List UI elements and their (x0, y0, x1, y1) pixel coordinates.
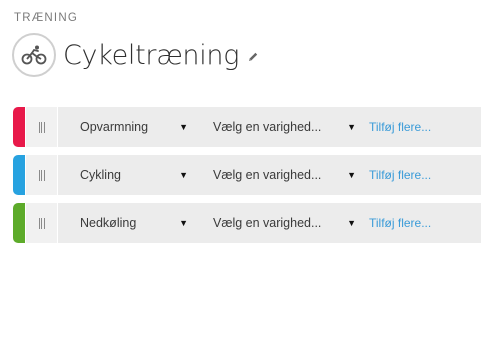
color-indicator (13, 155, 25, 195)
exercise-row-body: Nedkøling ▼ Vælg en varighed... ▼ Tilføj… (58, 203, 481, 243)
page-title: Cykeltræning (63, 39, 240, 71)
exercise-row-body: Opvarmning ▼ Vælg en varighed... ▼ Tilfø… (58, 107, 481, 147)
caret-down-icon: ▼ (179, 122, 188, 132)
duration-select-placeholder: Vælg en varighed... (213, 168, 322, 182)
exercise-row-body: Cykling ▼ Vælg en varighed... ▼ Tilføj f… (58, 155, 481, 195)
exercise-row: Opvarmning ▼ Vælg en varighed... ▼ Tilfø… (13, 107, 481, 147)
title-row: Cykeltræning (12, 33, 260, 77)
activity-select-value: Cykling (80, 168, 121, 182)
section-label: TRÆNING (14, 12, 78, 24)
exercise-row: Nedkøling ▼ Vælg en varighed... ▼ Tilføj… (13, 203, 481, 243)
drag-handle-icon[interactable] (25, 203, 57, 243)
duration-select-placeholder: Vælg en varighed... (213, 216, 322, 230)
activity-select[interactable]: Nedkøling ▼ (80, 203, 190, 243)
add-more-link[interactable]: Tilføj flere... (369, 155, 431, 195)
color-indicator (13, 107, 25, 147)
caret-down-icon: ▼ (179, 170, 188, 180)
activity-select[interactable]: Cykling ▼ (80, 155, 190, 195)
caret-down-icon: ▼ (347, 170, 356, 180)
add-more-link[interactable]: Tilføj flere... (369, 203, 431, 243)
activity-select[interactable]: Opvarmning ▼ (80, 107, 190, 147)
caret-down-icon: ▼ (347, 122, 356, 132)
exercise-list: Opvarmning ▼ Vælg en varighed... ▼ Tilfø… (13, 107, 481, 251)
duration-select[interactable]: Vælg en varighed... ▼ (213, 203, 358, 243)
duration-select[interactable]: Vælg en varighed... ▼ (213, 155, 358, 195)
bicycle-icon (21, 45, 47, 65)
add-more-link[interactable]: Tilføj flere... (369, 107, 431, 147)
exercise-row: Cykling ▼ Vælg en varighed... ▼ Tilføj f… (13, 155, 481, 195)
duration-select[interactable]: Vælg en varighed... ▼ (213, 107, 358, 147)
caret-down-icon: ▼ (179, 218, 188, 228)
pencil-icon[interactable] (246, 50, 260, 64)
activity-select-value: Nedkøling (80, 216, 137, 230)
drag-handle-icon[interactable] (25, 155, 57, 195)
avatar (12, 33, 56, 77)
color-indicator (13, 203, 25, 243)
caret-down-icon: ▼ (347, 218, 356, 228)
drag-handle-icon[interactable] (25, 107, 57, 147)
activity-select-value: Opvarmning (80, 120, 149, 134)
duration-select-placeholder: Vælg en varighed... (213, 120, 322, 134)
